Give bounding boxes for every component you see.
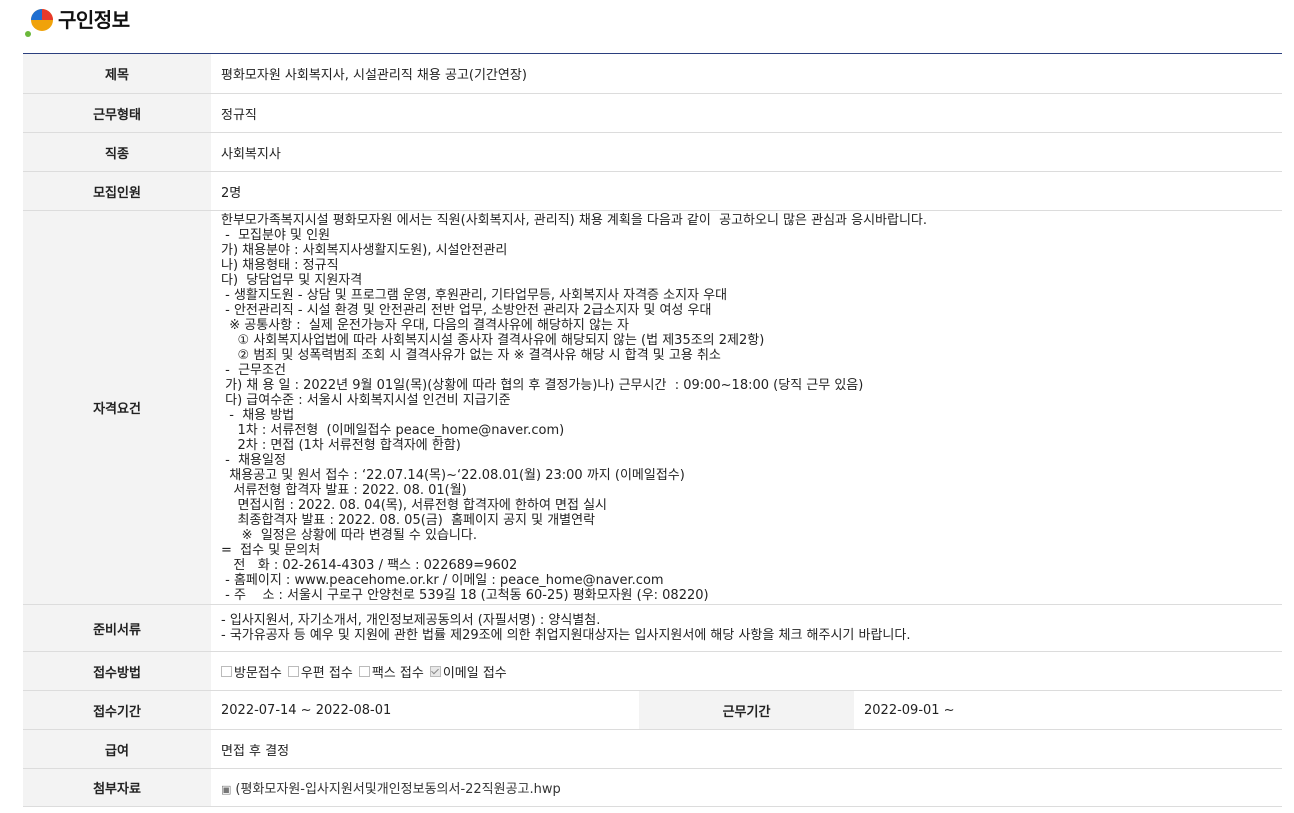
colorful-dots-logo-icon xyxy=(25,9,53,37)
text-line: 최종합격자 발표 : 2022. 08. 05(금) 홈페이지 공지 및 개별연… xyxy=(221,512,596,528)
job-value: 사회복지사 xyxy=(211,132,1282,172)
table-row: 접수기간 2022-07-14 ~ 2022-08-01 근무기간 2022-0… xyxy=(23,690,1282,730)
recruit-value: 2명 xyxy=(211,171,1282,211)
table-row: 자격요건 한부모가족복지시설 평화모자원 에서는 직원(사회복지사, 관리직) … xyxy=(23,210,1282,605)
method-checkbox-option[interactable]: 방문접수 xyxy=(221,662,282,681)
workperiod-label: 근무기간 xyxy=(639,690,854,730)
page-title: 구인정보 xyxy=(58,8,130,32)
text-line: - 입사지원서, 자기소개서, 개인정보제공동의서 (자필서명) : 양식별첨. xyxy=(221,613,601,628)
method-checkbox-option[interactable]: 이메일 접수 xyxy=(429,662,507,681)
recruit-label: 모집인원 xyxy=(23,171,211,211)
title-value: 평화모자원 사회복지사, 시설관리직 채용 공고(기간연장) xyxy=(211,53,1282,94)
text-line: 전 화 : 02-2614-4303 / 팩스 : 022689=9602 xyxy=(221,557,518,573)
title-label: 제목 xyxy=(23,53,211,94)
qualification-value: 한부모가족복지시설 평화모자원 에서는 직원(사회복지사, 관리직) 채용 계획… xyxy=(211,210,1282,605)
method-label: 접수방법 xyxy=(23,651,211,691)
table-row: 접수방법 방문접수 우편 접수 팩스 접수 이메일 접수 xyxy=(23,651,1282,691)
page-header: 구인정보 xyxy=(0,0,1294,54)
text-line: - 홈페이지 : www.peacehome.or.kr / 이메일 : pea… xyxy=(221,572,664,588)
attachment-label: 첨부자료 xyxy=(23,768,211,807)
documents-label: 준비서류 xyxy=(23,604,211,652)
method-value: 방문접수 우편 접수 팩스 접수 이메일 접수 xyxy=(211,651,1282,691)
method-checkbox-option[interactable]: 우편 접수 xyxy=(287,662,353,681)
text-line: - 채용일정 xyxy=(221,452,286,468)
text-line: = 접수 및 문의처 xyxy=(221,542,321,558)
text-line: ※ 일정은 상황에 따라 변경될 수 있습니다. xyxy=(221,527,477,543)
salary-value: 면접 후 결정 xyxy=(211,729,1282,769)
attachment-cell: ▣ (평화모자원-입사지원서및개인정보동의서-22직원공고.hwp xyxy=(211,768,1282,807)
text-line: 서류전형 합격자 발표 : 2022. 08. 01(월) xyxy=(221,482,467,498)
qualification-label: 자격요건 xyxy=(23,210,211,605)
documents-value: - 입사지원서, 자기소개서, 개인정보제공동의서 (자필서명) : 양식별첨.… xyxy=(211,604,1282,652)
file-icon: ▣ xyxy=(221,783,232,796)
text-line: 다) 급여수준 : 서울시 사회복지시설 인건비 지급기준 xyxy=(221,392,511,408)
table-row: 급여 면접 후 결정 xyxy=(23,729,1282,769)
checkbox-label: 팩스 접수 xyxy=(371,665,424,681)
table-row: 모집인원 2명 xyxy=(23,171,1282,211)
text-line: - 근무조건 xyxy=(221,362,286,378)
text-line: 2차 : 면접 (1차 서류전형 합격자에 한함) xyxy=(221,437,461,453)
table-row: 준비서류 - 입사지원서, 자기소개서, 개인정보제공동의서 (자필서명) : … xyxy=(23,604,1282,652)
table-row: 직종 사회복지사 xyxy=(23,132,1282,172)
text-line: 가) 채용분야 : 사회복지사생활지도원), 시설안전관리 xyxy=(221,242,508,258)
table-row: 근무형태 정규직 xyxy=(23,93,1282,133)
text-line: 1차 : 서류전형 (이메일접수 peace_home@naver.com) xyxy=(221,422,565,438)
checkbox-label: 이메일 접수 xyxy=(442,665,507,681)
period-label: 접수기간 xyxy=(23,690,211,730)
workperiod-value: 2022-09-01 ~ xyxy=(854,690,1282,730)
text-line: ※ 공통사항 : 실제 운전가능자 우대, 다음의 결격사유에 해당하지 않는 … xyxy=(221,317,630,333)
checkbox-label: 방문접수 xyxy=(234,665,282,681)
checkbox[interactable] xyxy=(429,665,441,677)
checkbox[interactable] xyxy=(287,665,299,677)
text-line: 나) 채용형태 : 정규직 xyxy=(221,257,339,273)
method-checkbox-option[interactable]: 팩스 접수 xyxy=(358,662,424,681)
text-line: ② 범죄 및 성폭력범죄 조회 시 결격사유가 없는 자 ※ 결격사유 해당 시… xyxy=(221,347,721,363)
text-line: 가) 채 용 일 : 2022년 9월 01일(목)(상황에 따라 협의 후 결… xyxy=(221,377,864,393)
text-line: - 채용 방법 xyxy=(221,407,295,423)
text-line: - 생활지도원 - 상담 및 프로그램 운영, 후원관리, 기타업무등, 사회복… xyxy=(221,287,728,303)
job-info-table: 제목 평화모자원 사회복지사, 시설관리직 채용 공고(기간연장) 근무형태 정… xyxy=(23,53,1282,807)
job-label: 직종 xyxy=(23,132,211,172)
text-line: - 모집분야 및 인원 xyxy=(221,227,331,243)
worktype-label: 근무형태 xyxy=(23,93,211,133)
text-line: ① 사회복지사업법에 따라 사회복지시설 종사자 결격사유에 해당되지 않는 (… xyxy=(221,332,765,348)
salary-label: 급여 xyxy=(23,729,211,769)
text-line: - 안전관리직 - 시설 환경 및 안전관리 전반 업무, 소방안전 관리자 2… xyxy=(221,302,712,318)
table-row: 첨부자료 ▣ (평화모자원-입사지원서및개인정보동의서-22직원공고.hwp xyxy=(23,768,1282,807)
text-line: 다) 당담업무 및 지원자격 xyxy=(221,272,363,288)
attachment-link[interactable]: (평화모자원-입사지원서및개인정보동의서-22직원공고.hwp xyxy=(235,782,560,797)
text-line: 면접시험 : 2022. 08. 04(목), 서류전형 합격자에 한하여 면접… xyxy=(221,497,608,513)
worktype-value: 정규직 xyxy=(211,93,1282,133)
text-line: - 국가유공자 등 예우 및 지원에 관한 법률 제29조에 의한 취업지원대상… xyxy=(221,628,911,643)
checkbox[interactable] xyxy=(221,665,232,677)
period-value: 2022-07-14 ~ 2022-08-01 xyxy=(211,690,639,730)
table-row: 제목 평화모자원 사회복지사, 시설관리직 채용 공고(기간연장) xyxy=(23,53,1282,94)
text-line: 한부모가족복지시설 평화모자원 에서는 직원(사회복지사, 관리직) 채용 계획… xyxy=(221,212,928,228)
text-line: - 주 소 : 서울시 구로구 안양천로 539길 18 (고척동 60-25)… xyxy=(221,587,709,603)
checkbox[interactable] xyxy=(358,665,370,677)
text-line: 채용공고 및 원서 접수 : ‘22.07.14(목)~‘22.08.01(월)… xyxy=(221,467,685,483)
checkbox-label: 우편 접수 xyxy=(300,665,353,681)
